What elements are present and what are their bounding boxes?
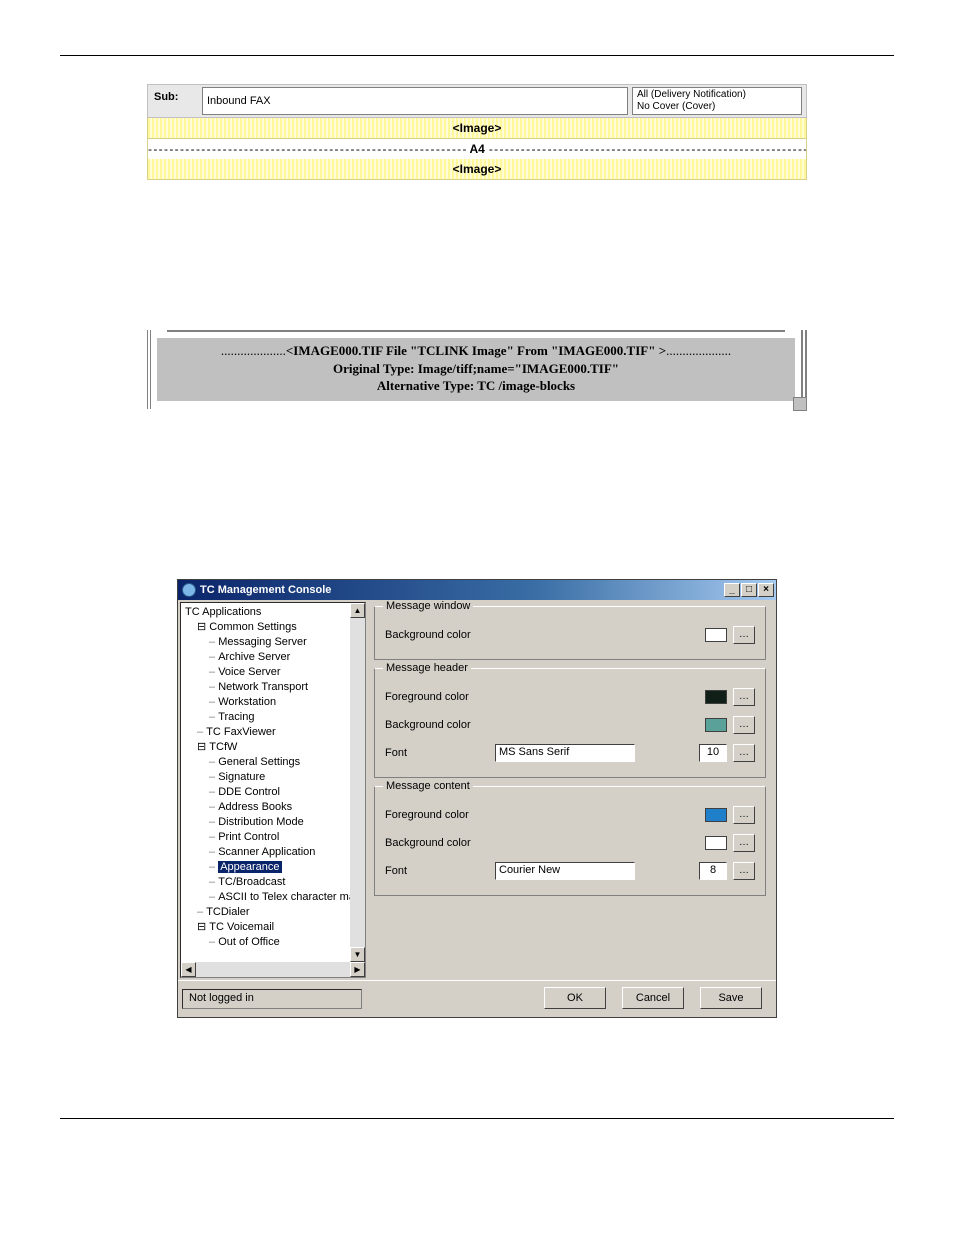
tree-scroll-left[interactable]: ◀ (181, 962, 196, 977)
tree-tcdialer[interactable]: TCDialer (183, 905, 363, 920)
font-size-field[interactable]: 10 (699, 744, 727, 762)
fax-header-panel: Sub: All (Delivery Notification) No Cove… (147, 84, 807, 180)
bgcolor-picker-button[interactable]: … (733, 626, 755, 644)
tree-item[interactable]: Archive Server (183, 650, 363, 665)
management-console-window: TC Management Console _ □ × TC Applicati… (177, 579, 777, 1018)
alt-view-top-rule (167, 330, 785, 332)
font-size-field[interactable]: 8 (699, 862, 727, 880)
group-legend: Message window (383, 600, 473, 612)
tree-item[interactable]: General Settings (183, 755, 363, 770)
settings-panel: Message window Background color … Messag… (368, 600, 776, 980)
tree-faxviewer[interactable]: TC FaxViewer (183, 725, 363, 740)
maximize-button[interactable]: □ (741, 583, 757, 597)
tree-item[interactable]: TC/Broadcast (183, 875, 363, 890)
group-legend: Message header (383, 662, 471, 674)
tree-item[interactable]: Tracing (183, 710, 363, 725)
tree-item[interactable]: Print Control (183, 830, 363, 845)
bgcolor-swatch (705, 836, 727, 850)
alt-view-line2: Original Type: Image/tiff;name="IMAGE000… (157, 360, 795, 378)
cancel-button[interactable]: Cancel (622, 987, 684, 1009)
subject-label: Sub: (148, 85, 198, 117)
tree-item[interactable]: Address Books (183, 800, 363, 815)
page-top-rule (60, 55, 894, 56)
font-picker-button[interactable]: … (733, 744, 755, 762)
fgcolor-label: Foreground color (385, 809, 495, 821)
ok-button[interactable]: OK (544, 987, 606, 1009)
fgcolor-picker-button[interactable]: … (733, 688, 755, 706)
cover-line: No Cover (Cover) (637, 101, 797, 113)
tree-item[interactable]: Signature (183, 770, 363, 785)
image-placeholder-bottom: <Image> (147, 159, 807, 180)
tree-scroll-right[interactable]: ▶ (350, 962, 365, 977)
window-titlebar[interactable]: TC Management Console _ □ × (178, 580, 776, 600)
bgcolor-label: Background color (385, 719, 495, 731)
font-label: Font (385, 747, 495, 759)
alt-view-panel: <IMAGE000.TIF File "TCLINK Image" From "… (147, 330, 807, 409)
group-message-window: Message window Background color … (374, 606, 766, 660)
delivery-notification-line: All (Delivery Notification) (637, 89, 797, 101)
tree-item[interactable]: Workstation (183, 695, 363, 710)
bgcolor-picker-button[interactable]: … (733, 716, 755, 734)
tree-item[interactable]: ASCII to Telex character mappin (183, 890, 363, 905)
a4-label: A4 (465, 142, 488, 156)
alt-view-line1: <IMAGE000.TIF File "TCLINK Image" From "… (157, 342, 795, 360)
app-icon (182, 583, 196, 597)
scroll-down-button[interactable] (793, 397, 807, 411)
bgcolor-label: Background color (385, 837, 495, 849)
tree-item-appearance[interactable]: Appearance (183, 860, 363, 875)
tree-item[interactable]: Network Transport (183, 680, 363, 695)
group-legend: Message content (383, 780, 473, 792)
font-name-field[interactable]: MS Sans Serif (495, 744, 635, 762)
tree-item[interactable]: Out of Office (183, 935, 363, 950)
page-bottom-rule (60, 1118, 894, 1119)
tree-scroll-down[interactable]: ▼ (350, 947, 365, 962)
status-bar: Not logged in (182, 989, 362, 1009)
subject-input[interactable] (202, 87, 628, 115)
tree-common-settings[interactable]: Common Settings (183, 620, 363, 635)
fgcolor-swatch (705, 690, 727, 704)
bgcolor-picker-button[interactable]: … (733, 834, 755, 852)
tree-item[interactable]: Distribution Mode (183, 815, 363, 830)
tree-item[interactable]: DDE Control (183, 785, 363, 800)
close-button[interactable]: × (758, 583, 774, 597)
tree-item[interactable]: Scanner Application (183, 845, 363, 860)
fgcolor-label: Foreground color (385, 691, 495, 703)
bgcolor-swatch (705, 628, 727, 642)
font-label: Font (385, 865, 495, 877)
fgcolor-picker-button[interactable]: … (733, 806, 755, 824)
window-title: TC Management Console (200, 584, 331, 596)
tree-item[interactable]: Messaging Server (183, 635, 363, 650)
group-message-content: Message content Foreground color … Backg… (374, 786, 766, 896)
font-name-field[interactable]: Courier New (495, 862, 635, 880)
alt-view-line3: Alternative Type: TC /image-blocks (157, 377, 795, 395)
bgcolor-swatch (705, 718, 727, 732)
tree-tcfw[interactable]: TCfW (183, 740, 363, 755)
nav-tree[interactable]: TC Applications Common Settings Messagin… (180, 602, 366, 978)
tree-item[interactable]: Voice Server (183, 665, 363, 680)
bgcolor-label: Background color (385, 629, 495, 641)
group-message-header: Message header Foreground color … Backgr… (374, 668, 766, 778)
image-placeholder-top: <Image> (147, 118, 807, 139)
font-picker-button[interactable]: … (733, 862, 755, 880)
tree-voicemail[interactable]: TC Voicemail (183, 920, 363, 935)
tree-root[interactable]: TC Applications (183, 605, 363, 620)
tree-scroll-up[interactable]: ▲ (350, 603, 365, 618)
options-box[interactable]: All (Delivery Notification) No Cover (Co… (632, 87, 802, 115)
minimize-button[interactable]: _ (724, 583, 740, 597)
a4-separator: A4 (147, 139, 807, 159)
fgcolor-swatch (705, 808, 727, 822)
save-button[interactable]: Save (700, 987, 762, 1009)
